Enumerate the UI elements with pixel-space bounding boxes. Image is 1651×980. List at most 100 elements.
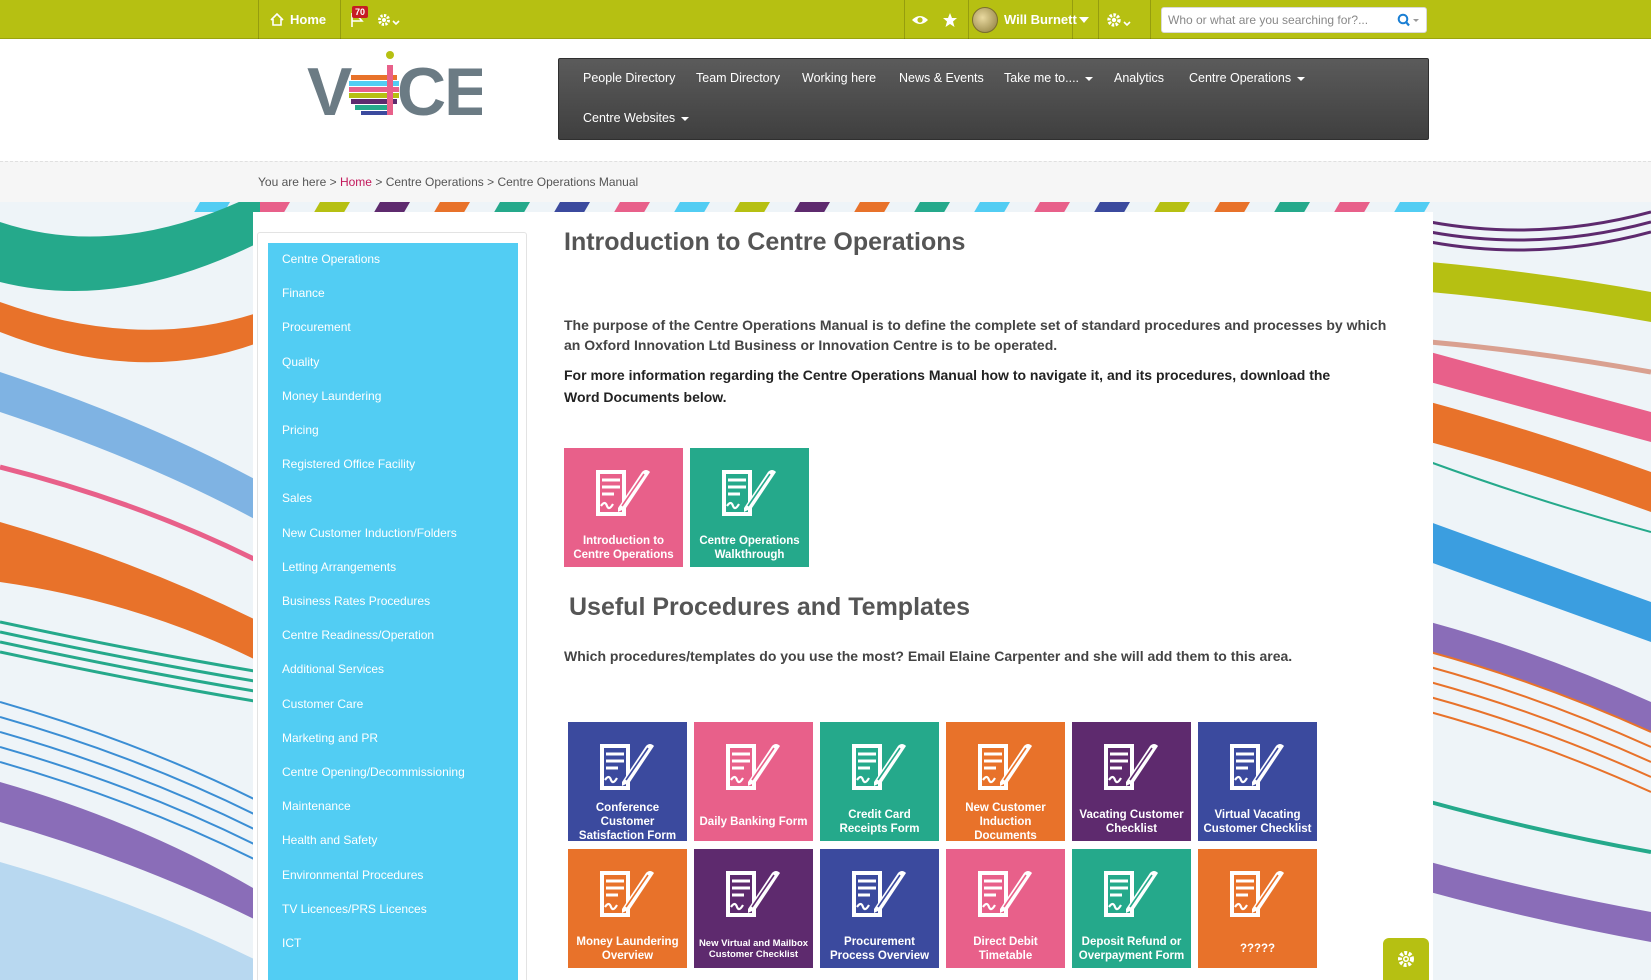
document-tile[interactable]: New Virtual and Mailbox Customer Checkli… (694, 849, 813, 968)
page-settings-button[interactable] (1383, 938, 1429, 980)
tile-label: Introduction to Centre Operations (573, 535, 674, 561)
document-edit-icon (596, 470, 650, 516)
tile-label: Conference Customer Satisfaction Form (578, 802, 677, 842)
sidebar-menu: Centre Operations Finance Procurement Quali… (268, 243, 518, 980)
tile-label: Credit Card Receipts Form (839, 809, 920, 835)
user-name: Will Burnett (1004, 12, 1077, 27)
document-tile[interactable]: Conference Customer Satisfaction Form (568, 722, 687, 842)
main-content: Introduction to Centre Operations The pu… (543, 212, 1423, 980)
sidebar-item[interactable]: TV Licences/PRS Licences (282, 900, 427, 918)
document-edit-icon (726, 744, 780, 790)
intro-paragraph: The purpose of the Centre Operations Man… (564, 317, 1387, 353)
document-edit-icon (852, 744, 906, 790)
watch-button[interactable] (908, 0, 932, 39)
chevron-down-icon (1079, 16, 1089, 23)
tile-label: Daily Banking Form (699, 816, 808, 828)
caret-down-icon (1085, 76, 1094, 81)
home-icon (270, 13, 284, 26)
sidebar-item[interactable]: Money Laundering (282, 387, 381, 405)
breadcrumb-current-page: Centre Operations Manual (497, 175, 639, 189)
document-edit-icon (600, 871, 654, 917)
favourites-button[interactable] (938, 0, 962, 39)
tile-label: Procurement Process Overview (829, 936, 930, 962)
nav-take-me-to[interactable]: Take me to.... (1004, 68, 1094, 88)
main-navigation: People Directory Team Directory Working … (558, 58, 1429, 140)
sidebar-item[interactable]: Sales (282, 489, 312, 507)
nav-centre-websites[interactable]: Centre Websites (583, 108, 690, 128)
document-tile[interactable]: Daily Banking Form (694, 722, 813, 841)
document-edit-icon (852, 871, 906, 917)
document-tile[interactable]: Centre Operations Walkthrough (690, 448, 809, 567)
tile-label: New Virtual and Mailbox Customer Checkli… (698, 938, 809, 960)
document-tile[interactable]: Virtual Vacating Customer Checklist (1198, 722, 1317, 841)
sidebar-item[interactable]: Procurement (282, 318, 351, 336)
sidebar-item[interactable]: Registered Office Facility (282, 455, 415, 473)
breadcrumb-prefix: You are here > (258, 175, 337, 189)
document-edit-icon (1230, 871, 1284, 917)
document-tile[interactable]: Deposit Refund or Overpayment Form (1072, 849, 1191, 968)
home-label: Home (290, 12, 327, 27)
tile-label: ????? (1239, 943, 1276, 955)
sidebar-item[interactable]: Marketing and PR (282, 729, 378, 747)
document-tile[interactable]: ????? (1198, 849, 1317, 968)
document-edit-icon (722, 470, 776, 516)
avatar (972, 6, 998, 33)
sidebar-item[interactable]: Business Rates Procedures (282, 592, 430, 610)
tile-label: Money Laundering Overview (576, 936, 679, 962)
sidebar-item[interactable]: Quality (282, 353, 319, 371)
sidebar-item[interactable]: Letting Arrangements (282, 558, 396, 576)
sidebar-item[interactable]: Customer Care (282, 695, 363, 713)
document-tile[interactable]: Procurement Process Overview (820, 849, 939, 968)
site-header: V CE People Directory Team Directory Wor… (0, 39, 1651, 161)
nav-people-directory[interactable]: People Directory (583, 68, 675, 88)
toolbar-divider (968, 0, 969, 39)
sidebar-item[interactable]: Additional Services (282, 660, 384, 678)
nav-analytics[interactable]: Analytics (1114, 68, 1164, 88)
document-tile[interactable]: Money Laundering Overview (568, 849, 687, 968)
tile-label: New Customer Induction Documents (965, 802, 1046, 842)
document-edit-icon (978, 744, 1032, 790)
settings-menu-button[interactable] (376, 0, 406, 39)
sidebar-item[interactable]: Maintenance (282, 797, 351, 815)
sidebar-item[interactable]: Pricing (282, 421, 319, 439)
sidebar-item[interactable]: Centre Readiness/Operation (282, 626, 434, 644)
top-toolbar: Home 70 Will Burnett (0, 0, 1651, 39)
eye-icon (912, 15, 928, 24)
breadcrumb-bar: You are here > Home > Centre Operations … (0, 161, 1651, 202)
sidebar-item[interactable]: Environmental Procedures (282, 866, 423, 884)
nav-team-directory[interactable]: Team Directory (696, 68, 780, 88)
toolbar-divider (904, 0, 905, 39)
document-tile[interactable]: Direct Debit Timetable (946, 849, 1065, 968)
section-title-useful: Useful Procedures and Templates (569, 593, 971, 621)
notification-count-badge: 70 (352, 6, 369, 18)
home-button[interactable]: Home (260, 0, 340, 39)
toolbar-divider (1098, 0, 1099, 39)
document-tile[interactable]: New Customer Induction Documents (946, 722, 1065, 842)
breadcrumb: You are here > Home > Centre Operations … (258, 175, 638, 189)
sidebar-item[interactable]: Centre Opening/Decommissioning (282, 763, 465, 781)
search-icon[interactable] (1396, 13, 1422, 27)
toolbar-divider (1150, 0, 1151, 39)
sidebar-item[interactable]: ICT (282, 934, 301, 952)
toolbar-divider (340, 0, 341, 39)
nav-news-events[interactable]: News & Events (899, 68, 984, 88)
nav-working-here[interactable]: Working here (802, 68, 876, 88)
breadcrumb-centre-operations[interactable]: Centre Operations > (386, 175, 494, 189)
svg-text:V: V (307, 54, 352, 127)
sidebar-item[interactable]: Finance (282, 284, 325, 302)
useful-paragraph: Which procedures/templates do you use th… (564, 648, 1293, 664)
star-icon (943, 12, 957, 27)
document-tile[interactable]: Vacating Customer Checklist (1072, 722, 1191, 841)
admin-settings-button[interactable] (1105, 0, 1143, 39)
document-tile[interactable]: Credit Card Receipts Form (820, 722, 939, 841)
document-tile[interactable]: Introduction to Centre Operations (564, 448, 683, 567)
nav-centre-operations[interactable]: Centre Operations (1189, 68, 1306, 88)
sidebar-item[interactable]: Health and Safety (282, 831, 377, 849)
breadcrumb-home-link[interactable]: Home (340, 175, 372, 189)
sidebar-item[interactable]: New Customer Induction/Folders (282, 524, 457, 542)
caret-down-icon (681, 116, 690, 121)
sidebar-item[interactable]: Centre Operations (282, 250, 380, 268)
voice-logo[interactable]: V CE (307, 47, 482, 127)
user-menu-toggle[interactable] (1073, 0, 1095, 39)
search-input[interactable] (1168, 9, 1396, 31)
